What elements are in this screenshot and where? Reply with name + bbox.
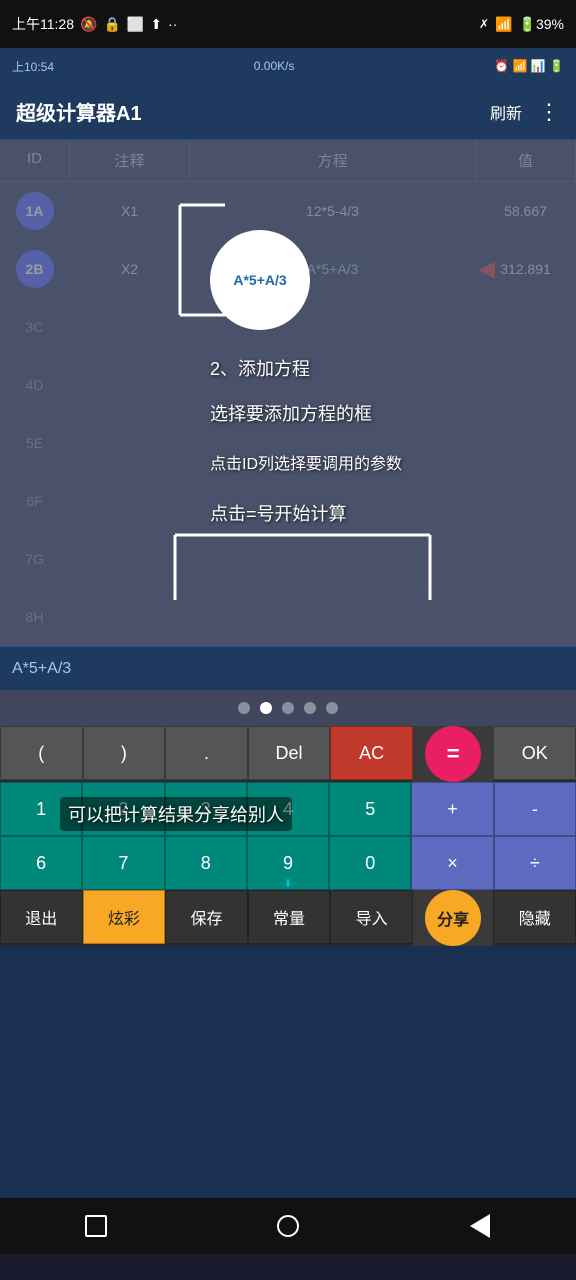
tutorial-step2: 选择要添加方程的框 [210, 400, 372, 426]
circle-text: A*5+A/3 [233, 272, 286, 288]
kb-constant[interactable]: 常量 [248, 890, 331, 944]
circle-highlight: A*5+A/3 [210, 230, 310, 330]
android-nav-bar [0, 1198, 576, 1254]
page-dot-4[interactable] [326, 702, 338, 714]
app-title: 超级计算器A1 [16, 97, 142, 126]
security-icon: 🔒 [103, 16, 120, 33]
tutorial-overlay-bg [0, 140, 576, 646]
app-header: 超级计算器A1 刷新 ⋮ [0, 84, 576, 140]
kb-del[interactable]: Del [248, 726, 331, 780]
system-status-bar: 上午11:28 🔕 🔒 ⬜ ⬆ ·· ✗ 📶 🔋39% [0, 0, 576, 48]
table-area: ID 注释 方程 值 1A X1 12*5-4/3 58.667 2B X2 [0, 140, 576, 646]
kb-equals[interactable]: = [425, 726, 481, 782]
keyboard-row-1: ( ) . Del AC = OK [0, 726, 576, 782]
kb-save[interactable]: 保存 [165, 890, 248, 944]
battery-icon: 🔋39% [519, 16, 564, 33]
mute-icon: 🔕 [80, 16, 97, 33]
kb-import[interactable]: 导入 [330, 890, 413, 944]
kb-fancy[interactable]: 炫彩 [83, 890, 166, 944]
tutorial-step4: 点击=号开始计算 [210, 500, 347, 526]
nav-home[interactable] [270, 1208, 306, 1244]
app-status-bar: 上10:54 0.00K/s ⏰ 📶 📊 🔋 [0, 48, 576, 84]
kb-share[interactable]: 分享 [425, 890, 481, 946]
back-icon [470, 1214, 490, 1238]
network-speed: 0.00K/s [254, 59, 295, 73]
kb-dot[interactable]: . [165, 726, 248, 780]
kb-5[interactable]: 5 [329, 782, 411, 836]
page-dots [0, 690, 576, 726]
kb-multiply[interactable]: × [411, 836, 493, 890]
app-status-icons: ⏰ 📶 📊 🔋 [494, 59, 564, 73]
formula-bar: A*5+A/3 [0, 646, 576, 690]
blocked-icon: ✗ [479, 17, 489, 31]
recents-icon [85, 1215, 107, 1237]
tutorial-step1: 2、添加方程 [210, 355, 310, 381]
nav-recents[interactable] [78, 1208, 114, 1244]
page-dot-1[interactable] [260, 702, 272, 714]
screenshot-icon: ⬜ [127, 16, 144, 33]
kb-divide[interactable]: ÷ [494, 836, 576, 890]
kb-7[interactable]: 7 [82, 836, 164, 890]
page-dot-3[interactable] [304, 702, 316, 714]
tutorial-step3: 点击ID列选择要调用的参数 [210, 450, 402, 474]
wifi-icon: 📶 [495, 16, 512, 33]
menu-icon[interactable]: ⋮ [538, 99, 560, 125]
kb-hide[interactable]: 隐藏 [493, 890, 576, 944]
refresh-button[interactable]: 刷新 [490, 100, 522, 124]
kb-ok[interactable]: OK [493, 726, 576, 780]
kb-ac[interactable]: AC [330, 726, 413, 780]
upload-icon: ⬆ [150, 16, 162, 33]
share-tooltip: 可以把计算结果分享给别人 [60, 797, 292, 831]
kb-6[interactable]: 6 [0, 836, 82, 890]
formula-text: A*5+A/3 [12, 660, 71, 678]
kb-plus[interactable]: + [411, 782, 493, 836]
app-container: 上10:54 0.00K/s ⏰ 📶 📊 🔋 超级计算器A1 刷新 ⋮ ID 注… [0, 48, 576, 1198]
nav-back[interactable] [462, 1208, 498, 1244]
keyboard-row-3: 6 7 8 9 0 × ÷ [0, 836, 576, 890]
keyboard-row-4: 退出 炫彩 保存 常量 导入 分享 隐藏 [0, 890, 576, 946]
dots-icon: ·· [168, 16, 177, 32]
home-icon [277, 1215, 299, 1237]
kb-8[interactable]: 8 [165, 836, 247, 890]
kb-9[interactable]: 9 [247, 836, 329, 890]
page-dot-2[interactable] [282, 702, 294, 714]
keyboard-area: ( ) . Del AC = OK 1 2 3 4 5 + - 6 7 8 9 [0, 726, 576, 946]
status-right: ✗ 📶 🔋39% [479, 16, 564, 33]
kb-open-paren[interactable]: ( [0, 726, 83, 780]
header-actions: 刷新 ⋮ [490, 99, 560, 125]
kb-close-paren[interactable]: ) [83, 726, 166, 780]
kb-exit[interactable]: 退出 [0, 890, 83, 944]
kb-minus[interactable]: - [494, 782, 576, 836]
kb-0[interactable]: 0 [329, 836, 411, 890]
app-time: 上10:54 [12, 58, 54, 75]
page-dot-0[interactable] [238, 702, 250, 714]
time-display: 上午11:28 [12, 14, 74, 34]
status-left: 上午11:28 🔕 🔒 ⬜ ⬆ ·· [12, 14, 177, 34]
